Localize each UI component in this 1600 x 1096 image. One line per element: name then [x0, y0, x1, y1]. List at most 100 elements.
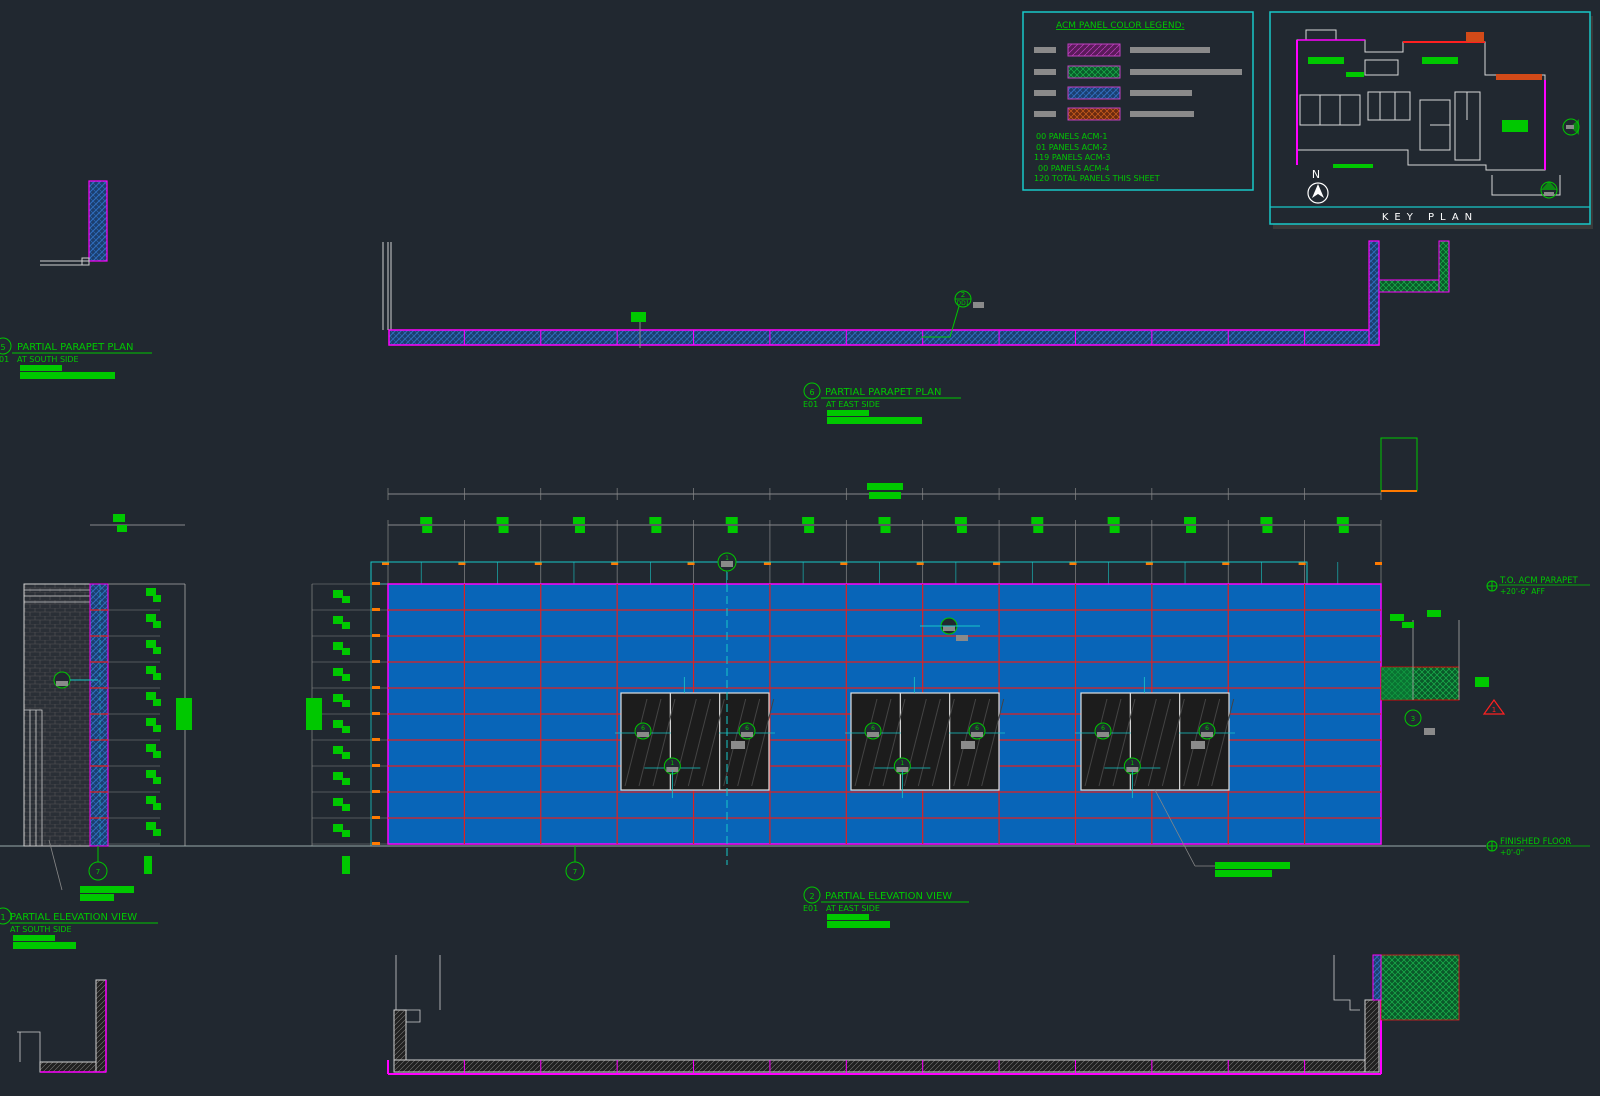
storefront-window	[1080, 692, 1230, 791]
window-tag-number: 6	[1205, 725, 1209, 732]
parapet-clip	[1375, 562, 1382, 565]
title-2-name: PARTIAL ELEVATION VIEW	[825, 891, 952, 902]
dimension-label	[146, 640, 156, 648]
dimension-label	[725, 517, 738, 524]
dimension-label	[153, 803, 161, 810]
legend-count-acm-2: 01 PANELS ACM-2	[1036, 143, 1107, 152]
dimension-label	[1186, 526, 1197, 533]
legend-count-acm-3: 119 PANELS ACM-3	[1034, 153, 1111, 162]
dimension-label	[146, 588, 156, 596]
dimension-label	[333, 590, 343, 598]
clip	[372, 816, 380, 819]
dimension-label	[153, 777, 161, 784]
dimension-label	[342, 778, 350, 785]
dimension-label	[333, 772, 343, 780]
detail-callout-sheet: DD1	[956, 300, 969, 307]
dimension-label	[1260, 517, 1273, 524]
dimension-label	[804, 526, 815, 533]
title-1-name: PARTIAL ELEVATION VIEW	[10, 912, 137, 923]
section-marker-7-south-number: 7	[96, 868, 100, 876]
dimension-label	[333, 642, 343, 650]
key-plan: KEY PLAN N	[1269, 11, 1593, 229]
section-marker-3-number: 3	[1411, 715, 1415, 723]
dimension-label	[333, 694, 343, 702]
title-1-sub: AT SOUTH SIDE	[10, 925, 72, 934]
dimension-label	[1033, 526, 1044, 533]
dimension-label	[1262, 526, 1273, 533]
title-6-sheet: E01	[803, 400, 818, 409]
dimension-label	[153, 725, 161, 732]
window-tag-number: 6	[975, 725, 979, 732]
clip	[372, 660, 380, 663]
clip	[372, 790, 380, 793]
dimension-label	[333, 616, 343, 624]
dimension-label	[146, 614, 156, 622]
dimension-label	[1338, 526, 1349, 533]
cad-drawing-canvas: ACM PANEL COLOR LEGEND: 00 PANELS ACM-1 …	[0, 0, 1600, 1096]
window-tag-box	[1201, 732, 1213, 737]
dimension-label	[153, 647, 161, 654]
revision-number: 1	[1492, 706, 1496, 714]
level-floor-name: FINISHED FLOOR	[1500, 837, 1571, 847]
dimension-label	[333, 746, 343, 754]
dimension-label	[342, 856, 350, 874]
dimension-label	[146, 770, 156, 778]
dimension-label	[1184, 517, 1197, 524]
dimension-label	[1336, 517, 1349, 524]
section-marker-3: 3	[1404, 709, 1422, 727]
title-2-number: 2	[809, 892, 814, 901]
dimension-label	[572, 517, 585, 524]
dimension-label	[342, 830, 350, 837]
dimension-label	[146, 692, 156, 700]
dimension-label	[342, 596, 350, 603]
dimension-label	[649, 517, 662, 524]
title-5-sub: AT SOUTH SIDE	[17, 355, 79, 364]
dimension-label	[146, 796, 156, 804]
dimension-label	[342, 648, 350, 655]
window-tag-number: 6	[871, 725, 875, 732]
dimension-label	[153, 699, 161, 706]
section-marker-1-top: 1	[717, 552, 737, 572]
section-marker-7-east-number: 7	[573, 868, 577, 876]
title-5-name: PARTIAL PARAPET PLAN	[17, 342, 134, 353]
level-top-elev: +20'-6" AFF	[1500, 587, 1545, 596]
dimension-label	[342, 726, 350, 733]
window-tag-number: 6	[1101, 725, 1105, 732]
window-tag-box	[961, 741, 975, 749]
level-top-name: T.O. ACM PARAPET	[1499, 576, 1579, 586]
dimension-label	[342, 700, 350, 707]
title-6-number: 6	[809, 388, 814, 397]
dimension-label	[956, 526, 967, 533]
dimension-label	[333, 798, 343, 806]
window-tag-number: 1	[1130, 760, 1134, 767]
dimension-label	[878, 517, 891, 524]
section-marker-7-east: 7	[565, 861, 585, 881]
window-tag-box	[1191, 741, 1205, 749]
dimension-label	[144, 856, 152, 874]
window-tag-box	[637, 732, 649, 737]
dimension-label	[333, 824, 343, 832]
title-6-name: PARTIAL PARAPET PLAN	[825, 387, 942, 398]
dimension-label	[422, 526, 433, 533]
title-6-sub: AT EAST SIDE	[826, 400, 880, 409]
dimension-label	[153, 829, 161, 836]
window-tag-number: 6	[641, 725, 645, 732]
dimension-label	[1109, 526, 1120, 533]
clip	[372, 842, 380, 845]
dimension-label	[342, 674, 350, 681]
storefront-window	[850, 692, 1000, 791]
clip	[372, 608, 380, 611]
window-tag-number: 6	[745, 725, 749, 732]
storefront-window	[620, 692, 770, 791]
legend-title: ACM PANEL COLOR LEGEND:	[1056, 21, 1185, 31]
dimension-label	[1107, 517, 1120, 524]
dimension-label	[146, 666, 156, 674]
dimension-label	[420, 517, 433, 524]
clip	[372, 738, 380, 741]
dimension-label	[342, 622, 350, 629]
window-tag-box	[731, 741, 745, 749]
dimension-label	[498, 526, 509, 533]
window-tag-box	[1097, 732, 1109, 737]
dimension-label	[342, 752, 350, 759]
legend-count-acm-1: 00 PANELS ACM-1	[1036, 132, 1107, 141]
